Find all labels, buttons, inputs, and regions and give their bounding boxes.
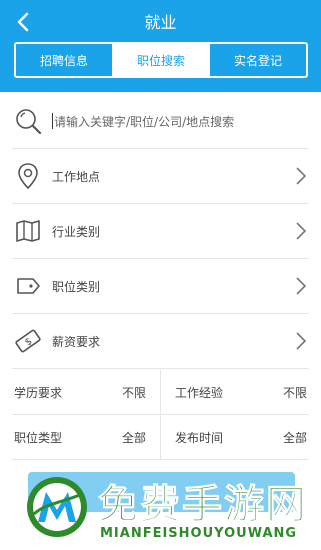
watermark: 免费手游网 MIANFEISHOUYOUWANG (20, 468, 310, 550)
location-pin-icon (12, 160, 44, 192)
money-icon: $ (12, 325, 44, 357)
tag-icon (12, 270, 44, 302)
filter-row-2: 职位类型 全部 发布时间 全部 (12, 415, 309, 460)
education-filter[interactable]: 学历要求 不限 (12, 370, 161, 414)
map-icon (12, 215, 44, 247)
watermark-logo-icon (27, 477, 87, 537)
search-input[interactable]: 请输入关键字/职位/公司/地点搜索 (54, 113, 234, 130)
chevron-right-icon (296, 222, 307, 240)
chevron-right-icon (296, 277, 307, 295)
publish-time-value: 全部 (282, 430, 307, 445)
watermark-chinese-text: 免费手游网 (98, 481, 308, 529)
salary-label: 薪资要求 (52, 334, 101, 349)
location-label: 工作地点 (52, 169, 101, 184)
education-value: 不限 (121, 385, 146, 400)
tab-real-name-registration[interactable]: 实名登记 (210, 44, 306, 76)
text-cursor (52, 113, 53, 129)
chevron-right-icon (296, 167, 307, 185)
salary-row[interactable]: $ 薪资要求 (12, 314, 309, 369)
industry-row[interactable]: 行业类别 (12, 204, 309, 259)
position-label: 职位类别 (52, 279, 101, 294)
watermark-english-text: MIANFEISHOUYOUWANG (100, 526, 298, 541)
publish-time-label: 发布时间 (175, 430, 224, 445)
experience-filter[interactable]: 工作经验 不限 (161, 370, 309, 414)
filter-row-1: 学历要求 不限 工作经验 不限 (12, 370, 309, 415)
experience-label: 工作经验 (175, 385, 224, 400)
education-label: 学历要求 (14, 385, 63, 400)
page-title: 就业 (144, 13, 177, 32)
chevron-right-icon (296, 332, 307, 350)
position-row[interactable]: 职位类别 (12, 259, 309, 314)
publish-time-filter[interactable]: 发布时间 全部 (161, 415, 309, 459)
tab-recruitment-info[interactable]: 招聘信息 (16, 44, 113, 76)
search-row[interactable]: 请输入关键字/职位/公司/地点搜索 (12, 94, 309, 149)
industry-label: 行业类别 (52, 224, 101, 239)
experience-value: 不限 (282, 385, 307, 400)
tab-job-search[interactable]: 职位搜索 (113, 44, 210, 76)
job-type-filter[interactable]: 职位类型 全部 (12, 415, 161, 459)
location-row[interactable]: 工作地点 (12, 149, 309, 204)
app-header: 就业 招聘信息 职位搜索 实名登记 (0, 0, 321, 92)
job-type-value: 全部 (121, 430, 146, 445)
job-type-label: 职位类型 (14, 430, 63, 445)
svg-text:$: $ (23, 336, 35, 349)
search-icon (12, 105, 44, 137)
tab-bar: 招聘信息 职位搜索 实名登记 (14, 42, 308, 78)
